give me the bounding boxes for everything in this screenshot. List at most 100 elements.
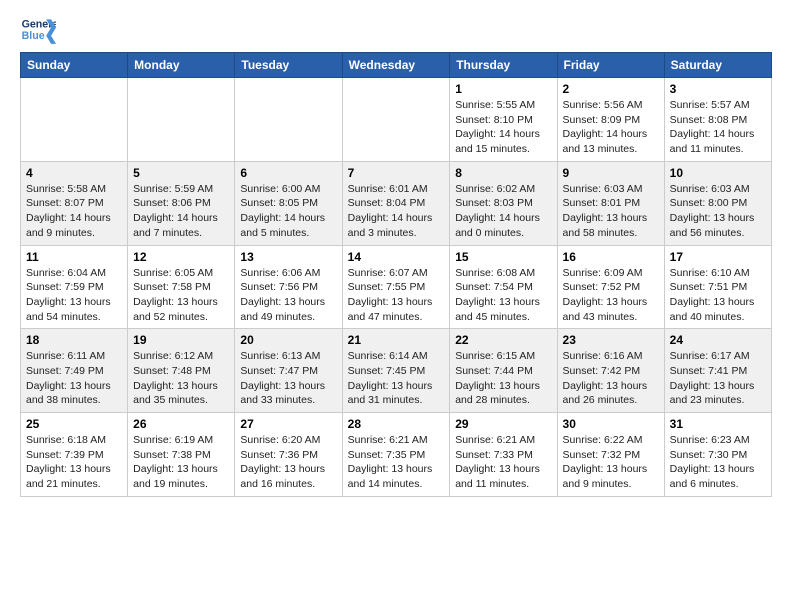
weekday-header: Saturday [664,53,771,78]
weekday-header: Tuesday [235,53,342,78]
day-number: 23 [563,333,659,347]
day-info: Sunrise: 5:56 AMSunset: 8:09 PMDaylight:… [563,98,659,157]
day-number: 20 [240,333,336,347]
calendar-cell: 7Sunrise: 6:01 AMSunset: 8:04 PMDaylight… [342,161,450,245]
day-info: Sunrise: 6:10 AMSunset: 7:51 PMDaylight:… [670,266,766,325]
calendar-cell: 5 Sunrise: 5:59 AMSunset: 8:06 PMDaylight… [128,161,235,245]
day-number: 2 [563,82,659,96]
day-info: Sunrise: 6:15 AMSunset: 7:44 PMDaylight:… [455,349,551,408]
day-number: 4 [26,166,122,180]
day-number: 5 [133,166,229,180]
calendar-cell: 15Sunrise: 6:08 AMSunset: 7:54 PMDayligh… [450,245,557,329]
day-number: 28 [348,417,445,431]
svg-text:Blue: Blue [22,30,45,42]
day-info: Sunrise: 6:07 AMSunset: 7:55 PMDaylight:… [348,266,445,325]
day-info: Sunrise: 6:05 AMSunset: 7:58 PMDaylight:… [133,266,229,325]
day-number: 16 [563,250,659,264]
day-info: Sunrise: 6:14 AMSunset: 7:45 PMDaylight:… [348,349,445,408]
calendar-cell: 17 Sunrise: 6:10 AMSunset: 7:51 PMDayligh… [664,245,771,329]
day-info: Sunrise: 5:58 AMSunset: 8:07 PMDaylight:… [26,182,122,241]
day-info: Sunrise: 6:04 AMSunset: 7:59 PMDaylight:… [26,266,122,325]
calendar-cell: 21 Sunrise: 6:14 AMSunset: 7:45 PMDayligh… [342,329,450,413]
day-info: Sunrise: 5:55 AMSunset: 8:10 PMDaylight:… [455,98,551,157]
day-info: Sunrise: 6:09 AMSunset: 7:52 PMDaylight:… [563,266,659,325]
calendar-cell: 23Sunrise: 6:16 AMSunset: 7:42 PMDayligh… [557,329,664,413]
day-number: 24 [670,333,766,347]
calendar-cell: 3 Sunrise: 5:57 AMSunset: 8:08 PMDaylight… [664,78,771,162]
day-number: 12 [133,250,229,264]
day-number: 10 [670,166,766,180]
day-info: Sunrise: 6:20 AMSunset: 7:36 PMDaylight:… [240,433,336,492]
day-info: Sunrise: 6:23 AMSunset: 7:30 PMDaylight:… [670,433,766,492]
calendar-week-row: 18Sunrise: 6:11 AMSunset: 7:49 PMDayligh… [21,329,772,413]
day-number: 19 [133,333,229,347]
calendar-cell: 25Sunrise: 6:18 AMSunset: 7:39 PMDayligh… [21,413,128,497]
calendar-cell: 29 Sunrise: 6:21 AMSunset: 7:33 PMDayligh… [450,413,557,497]
calendar-cell [21,78,128,162]
calendar-cell: 4 Sunrise: 5:58 AMSunset: 8:07 PMDaylight… [21,161,128,245]
calendar-week-row: 4 Sunrise: 5:58 AMSunset: 8:07 PMDaylight… [21,161,772,245]
page-header: General Blue [20,16,772,44]
calendar-cell: 28 Sunrise: 6:21 AMSunset: 7:35 PMDayligh… [342,413,450,497]
day-info: Sunrise: 6:22 AMSunset: 7:32 PMDaylight:… [563,433,659,492]
calendar-cell: 31 Sunrise: 6:23 AMSunset: 7:30 PMDayligh… [664,413,771,497]
calendar-cell: 9 Sunrise: 6:03 AMSunset: 8:01 PMDaylight… [557,161,664,245]
day-info: Sunrise: 6:03 AMSunset: 8:01 PMDaylight:… [563,182,659,241]
logo: General Blue [20,16,60,44]
calendar-cell: 22 Sunrise: 6:15 AMSunset: 7:44 PMDayligh… [450,329,557,413]
calendar-cell: 18Sunrise: 6:11 AMSunset: 7:49 PMDayligh… [21,329,128,413]
calendar-cell: 8 Sunrise: 6:02 AMSunset: 8:03 PMDaylight… [450,161,557,245]
weekday-header: Sunday [21,53,128,78]
day-info: Sunrise: 6:08 AMSunset: 7:54 PMDaylight:… [455,266,551,325]
calendar-cell: 6Sunrise: 6:00 AMSunset: 8:05 PMDaylight… [235,161,342,245]
calendar-cell: 2 Sunrise: 5:56 AMSunset: 8:09 PMDaylight… [557,78,664,162]
day-number: 22 [455,333,551,347]
weekday-header: Monday [128,53,235,78]
calendar-cell: 16 Sunrise: 6:09 AMSunset: 7:52 PMDayligh… [557,245,664,329]
weekday-header: Friday [557,53,664,78]
day-info: Sunrise: 5:59 AMSunset: 8:06 PMDaylight:… [133,182,229,241]
day-number: 14 [348,250,445,264]
day-number: 21 [348,333,445,347]
day-info: Sunrise: 6:13 AMSunset: 7:47 PMDaylight:… [240,349,336,408]
weekday-header: Thursday [450,53,557,78]
calendar-cell: 1 Sunrise: 5:55 AMSunset: 8:10 PMDaylight… [450,78,557,162]
calendar-cell: 24Sunrise: 6:17 AMSunset: 7:41 PMDayligh… [664,329,771,413]
calendar-cell: 14 Sunrise: 6:07 AMSunset: 7:55 PMDayligh… [342,245,450,329]
calendar-cell: 19 Sunrise: 6:12 AMSunset: 7:48 PMDayligh… [128,329,235,413]
calendar-cell: 13Sunrise: 6:06 AMSunset: 7:56 PMDayligh… [235,245,342,329]
weekday-header-row: SundayMondayTuesdayWednesdayThursdayFrid… [21,53,772,78]
logo-icon: General Blue [20,16,56,44]
day-number: 3 [670,82,766,96]
day-info: Sunrise: 6:02 AMSunset: 8:03 PMDaylight:… [455,182,551,241]
weekday-header: Wednesday [342,53,450,78]
day-info: Sunrise: 6:00 AMSunset: 8:05 PMDaylight:… [240,182,336,241]
calendar-cell: 26Sunrise: 6:19 AMSunset: 7:38 PMDayligh… [128,413,235,497]
day-number: 11 [26,250,122,264]
day-info: Sunrise: 6:06 AMSunset: 7:56 PMDaylight:… [240,266,336,325]
calendar-cell: 20 Sunrise: 6:13 AMSunset: 7:47 PMDayligh… [235,329,342,413]
day-number: 17 [670,250,766,264]
day-info: Sunrise: 6:01 AMSunset: 8:04 PMDaylight:… [348,182,445,241]
day-number: 1 [455,82,551,96]
day-number: 31 [670,417,766,431]
calendar-cell: 11 Sunrise: 6:04 AMSunset: 7:59 PMDayligh… [21,245,128,329]
day-info: Sunrise: 5:57 AMSunset: 8:08 PMDaylight:… [670,98,766,157]
calendar-cell [128,78,235,162]
day-info: Sunrise: 6:03 AMSunset: 8:00 PMDaylight:… [670,182,766,241]
calendar-cell: 10 Sunrise: 6:03 AMSunset: 8:00 PMDayligh… [664,161,771,245]
day-number: 27 [240,417,336,431]
day-info: Sunrise: 6:21 AMSunset: 7:33 PMDaylight:… [455,433,551,492]
day-number: 9 [563,166,659,180]
day-info: Sunrise: 6:12 AMSunset: 7:48 PMDaylight:… [133,349,229,408]
day-info: Sunrise: 6:18 AMSunset: 7:39 PMDaylight:… [26,433,122,492]
day-info: Sunrise: 6:21 AMSunset: 7:35 PMDaylight:… [348,433,445,492]
calendar-week-row: 25Sunrise: 6:18 AMSunset: 7:39 PMDayligh… [21,413,772,497]
calendar-cell: 30Sunrise: 6:22 AMSunset: 7:32 PMDayligh… [557,413,664,497]
day-number: 8 [455,166,551,180]
calendar-cell [235,78,342,162]
day-info: Sunrise: 6:19 AMSunset: 7:38 PMDaylight:… [133,433,229,492]
calendar-cell: 27 Sunrise: 6:20 AMSunset: 7:36 PMDayligh… [235,413,342,497]
day-number: 29 [455,417,551,431]
day-number: 18 [26,333,122,347]
